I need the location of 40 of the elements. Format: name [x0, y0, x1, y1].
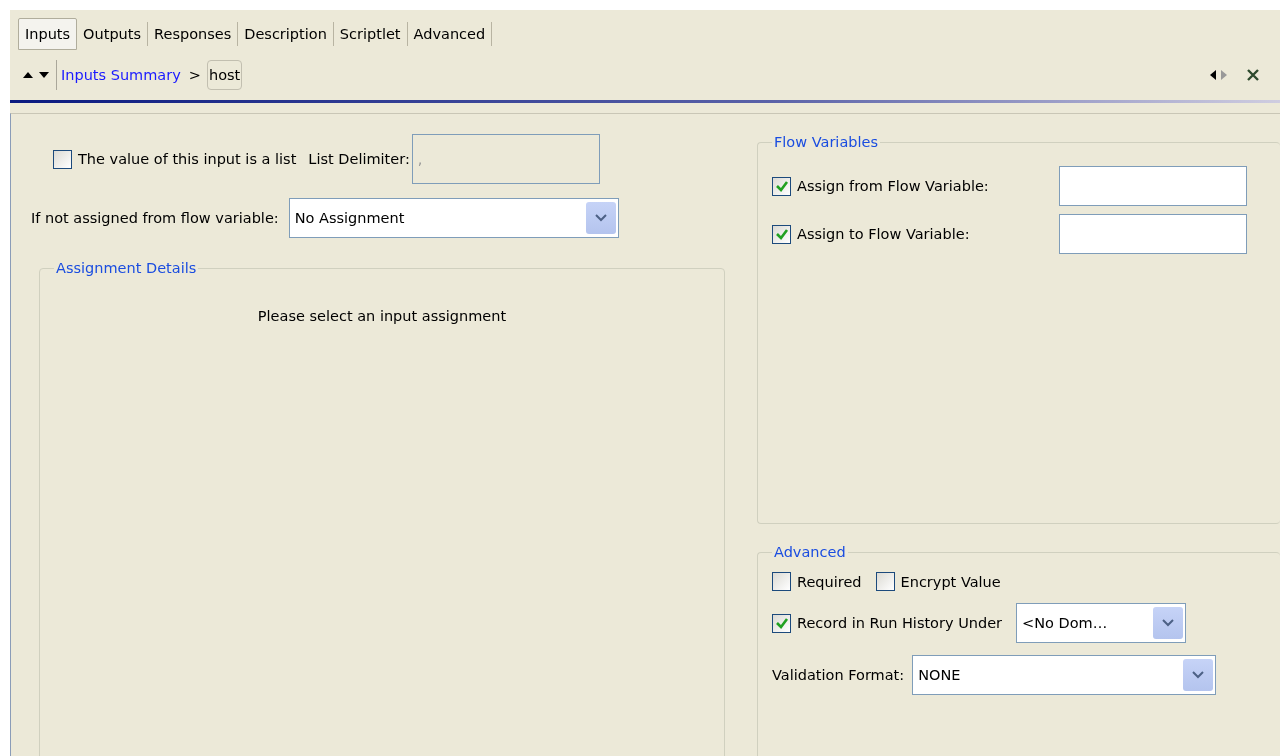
checkbox[interactable]	[875, 572, 895, 591]
dropdown-icon[interactable]	[585, 202, 616, 234]
breadcrumb-separator: >	[188, 67, 201, 83]
checkbox-label: Assign to Flow Variable:	[797, 226, 971, 242]
tab[interactable]: Advanced	[407, 22, 493, 46]
tab[interactable]: Description	[238, 22, 334, 46]
checkbox-label: Assign from Flow Variable:	[797, 178, 990, 194]
dropdown-icon[interactable]	[1183, 659, 1214, 691]
variable-field[interactable]	[1059, 166, 1247, 206]
validation-dropdown[interactable]: NONE	[912, 655, 1217, 695]
tab[interactable]: Inputs	[18, 18, 78, 50]
checkbox-label: Required	[797, 573, 862, 590]
checkbox-label: The value of this input is a list	[78, 151, 297, 167]
list-checkbox[interactable]	[53, 149, 72, 169]
checkbox[interactable]	[772, 224, 791, 244]
field-label: List Delimiter:	[308, 151, 410, 167]
group-title: Assignment Details	[55, 260, 198, 276]
variable-field[interactable]	[1059, 214, 1247, 254]
group-title: Advanced	[773, 544, 847, 560]
checkbox[interactable]	[772, 572, 791, 591]
checkbox-label: Encrypt Value	[900, 573, 1001, 590]
field-label: Validation Format:	[772, 667, 905, 683]
domain-dropdown[interactable]: <No Dom…	[1016, 603, 1187, 643]
checkbox[interactable]	[772, 613, 791, 633]
field-label: If not assigned from flow variable:	[31, 210, 279, 226]
breadcrumb-current: host	[206, 60, 243, 90]
tab[interactable]: Responses	[148, 22, 239, 46]
group-title: Flow Variables	[773, 134, 879, 150]
checkbox[interactable]	[772, 176, 791, 196]
tab[interactable]: Outputs	[77, 22, 149, 46]
checkbox-label: Record in Run History Under	[797, 615, 1003, 631]
move-up-icon[interactable]	[22, 71, 34, 79]
dropdown-icon[interactable]	[1153, 607, 1184, 639]
empty-message: Please select an input assignment	[256, 308, 508, 324]
assignment-dropdown[interactable]: No Assignment	[288, 198, 619, 238]
breadcrumb-link[interactable]: Inputs Summary	[61, 67, 181, 83]
move-down-icon[interactable]	[38, 71, 50, 79]
tab[interactable]: Scriptlet	[333, 22, 408, 46]
close-icon[interactable]	[1246, 68, 1260, 82]
previous-icon[interactable]	[1209, 69, 1217, 81]
